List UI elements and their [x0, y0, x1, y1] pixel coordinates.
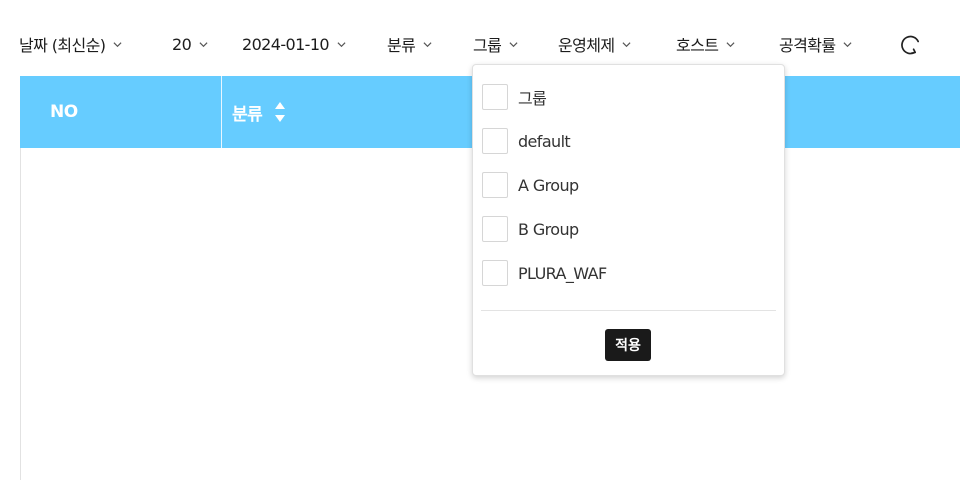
attack-probability-filter[interactable]: 공격확률	[779, 32, 852, 56]
column-header-category[interactable]: 분류	[232, 76, 286, 148]
column-divider	[221, 76, 222, 148]
chevron-down-icon	[337, 40, 346, 49]
option-label: default	[518, 131, 571, 151]
page-size-filter[interactable]: 20	[172, 35, 208, 54]
filter-label: 호스트	[676, 36, 719, 55]
refresh-icon[interactable]	[898, 32, 924, 58]
chevron-down-icon	[726, 40, 735, 49]
checkbox[interactable]	[482, 216, 508, 242]
date-filter[interactable]: 2024-01-10	[242, 35, 346, 54]
group-option[interactable]: A Group	[482, 170, 579, 200]
filter-bar: 날짜 (최신순) 20 2024-01-10 분류 그룹 운영체제 호스트 공격…	[0, 24, 960, 64]
column-header-no: NO	[50, 102, 78, 122]
os-filter[interactable]: 운영체제	[558, 32, 631, 56]
date-sort-filter[interactable]: 날짜 (최신순)	[19, 32, 122, 56]
group-option[interactable]: 그룹	[482, 82, 547, 112]
host-filter[interactable]: 호스트	[676, 32, 735, 56]
column-header-label: 분류	[232, 104, 263, 125]
chevron-down-icon	[622, 40, 631, 49]
filter-label: 공격확률	[779, 36, 836, 55]
checkbox[interactable]	[482, 260, 508, 286]
dropdown-divider	[481, 310, 776, 311]
filter-label: 20	[172, 34, 192, 54]
group-option[interactable]: PLURA_WAF	[482, 258, 607, 288]
filter-label: 2024-01-10	[242, 34, 330, 54]
option-label: B Group	[518, 219, 579, 239]
filter-label: 그룹	[473, 36, 502, 55]
sort-icon[interactable]	[274, 101, 286, 123]
group-dropdown: 그룹 default A Group B Group PLURA_WAF 적용	[472, 64, 785, 376]
chevron-down-icon	[113, 40, 122, 49]
checkbox[interactable]	[482, 172, 508, 198]
group-option[interactable]: B Group	[482, 214, 579, 244]
option-label: A Group	[518, 175, 579, 195]
chevron-down-icon	[199, 40, 208, 49]
category-filter[interactable]: 분류	[387, 32, 432, 56]
filter-label: 운영체제	[558, 36, 615, 55]
option-label: 그룹	[518, 89, 547, 108]
chevron-down-icon	[423, 40, 432, 49]
filter-label: 분류	[387, 36, 416, 55]
checkbox[interactable]	[482, 128, 508, 154]
chevron-down-icon	[509, 40, 518, 49]
checkbox[interactable]	[482, 84, 508, 110]
group-filter[interactable]: 그룹	[473, 32, 518, 56]
filter-label: 날짜 (최신순)	[19, 36, 106, 55]
group-option[interactable]: default	[482, 126, 571, 156]
option-label: PLURA_WAF	[518, 263, 607, 283]
chevron-down-icon	[843, 40, 852, 49]
apply-button[interactable]: 적용	[605, 329, 651, 361]
